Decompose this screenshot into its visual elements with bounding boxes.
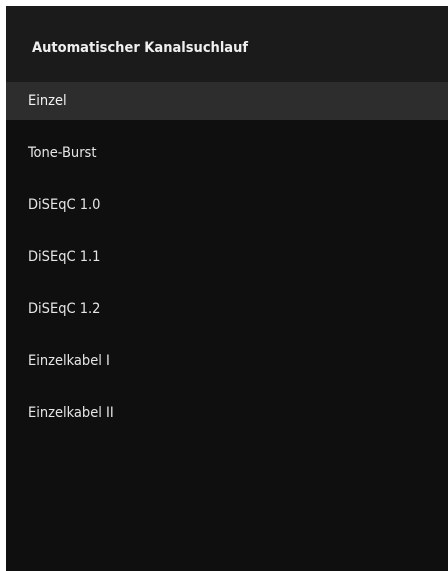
list-item-label: DiSEqC 1.2: [28, 301, 101, 317]
list-item-diseqc-1-0[interactable]: DiSEqC 1.0: [6, 186, 448, 224]
list-item-label: Einzel: [28, 93, 67, 109]
list-item-label: Tone-Burst: [28, 145, 97, 161]
list-item-label: Einzelkabel I: [28, 353, 110, 369]
list-item-label: Einzelkabel II: [28, 405, 114, 421]
list-item-diseqc-1-1[interactable]: DiSEqC 1.1: [6, 238, 448, 276]
list-item-label: DiSEqC 1.0: [28, 197, 101, 213]
option-list: Einzel Tone-Burst DiSEqC 1.0 DiSEqC 1.1 …: [6, 82, 448, 571]
dialog-header: Automatischer Kanalsuchlauf: [6, 6, 448, 82]
list-item-einzel[interactable]: Einzel: [6, 82, 448, 120]
list-item-diseqc-1-2[interactable]: DiSEqC 1.2: [6, 290, 448, 328]
list-item-einzelkabel-2[interactable]: Einzelkabel II: [6, 394, 448, 432]
list-item-label: DiSEqC 1.1: [28, 249, 101, 265]
dialog-title: Automatischer Kanalsuchlauf: [32, 40, 249, 56]
list-item-tone-burst[interactable]: Tone-Burst: [6, 134, 448, 172]
list-item-einzelkabel-1[interactable]: Einzelkabel I: [6, 342, 448, 380]
channel-scan-dialog: Automatischer Kanalsuchlauf Einzel Tone-…: [6, 6, 448, 571]
